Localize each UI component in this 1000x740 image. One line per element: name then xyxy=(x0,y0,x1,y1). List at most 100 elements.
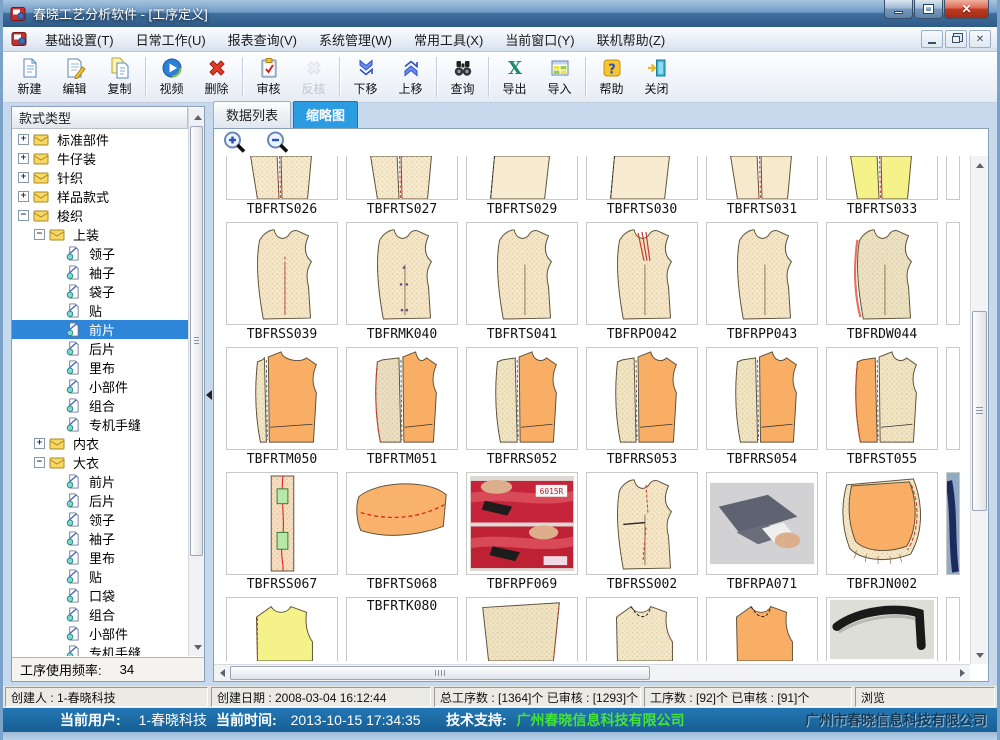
expand-icon[interactable]: + xyxy=(18,172,29,183)
unaudit-toolbar-button-unaudit-x[interactable]: 反核 xyxy=(291,54,336,100)
tree-scroll-down-icon[interactable] xyxy=(190,639,206,655)
menu-item-3[interactable]: 报表查询(V) xyxy=(217,27,308,52)
panel-splitter[interactable] xyxy=(205,106,213,682)
zoom-in-icon[interactable] xyxy=(222,130,248,156)
vertical-scrollbar[interactable] xyxy=(970,156,988,664)
tree-scroll-thumb[interactable] xyxy=(190,126,203,556)
tree-item-leaf-6[interactable]: 领子 xyxy=(12,244,188,263)
tree-scroll-up-icon[interactable] xyxy=(190,109,206,125)
menu-item-1[interactable]: 基础设置(T) xyxy=(34,27,125,52)
tree-item-folder-4[interactable]: −梭织 xyxy=(12,206,188,225)
mdi-minimize-button[interactable] xyxy=(921,30,943,48)
pattern-thumbnail[interactable]: TBFRSS002 xyxy=(586,472,698,592)
tree-item-leaf-23[interactable]: 贴 xyxy=(12,567,188,586)
pattern-thumbnail[interactable]: TBFRMK040 xyxy=(346,222,458,342)
collapse-icon[interactable]: − xyxy=(18,210,29,221)
tree-item-leaf-27[interactable]: 专机手缝 xyxy=(12,643,188,656)
pattern-thumbnail[interactable]: TBFRTS033 xyxy=(826,156,938,217)
expand-icon[interactable]: + xyxy=(18,134,29,145)
tree-item-leaf-22[interactable]: 里布 xyxy=(12,548,188,567)
pattern-thumbnail[interactable] xyxy=(826,597,938,661)
close-toolbar-button-close-door[interactable]: 关闭 xyxy=(634,54,679,100)
tree-item-leaf-15[interactable]: 专机手缝 xyxy=(12,415,188,434)
pattern-thumbnail[interactable]: TBFRTS041 xyxy=(466,222,578,342)
pattern-thumbnail[interactable]: TBFRTM050 xyxy=(226,347,338,467)
copy-toolbar-button-copy-doc[interactable]: 复制 xyxy=(97,54,142,100)
collapse-sidebar-icon[interactable] xyxy=(206,390,212,400)
tree-item-leaf-26[interactable]: 小部件 xyxy=(12,624,188,643)
vertical-scroll-thumb[interactable] xyxy=(972,311,987,511)
pattern-thumbnail[interactable]: TBFRTM051 xyxy=(346,347,458,467)
tree-item-leaf-20[interactable]: 领子 xyxy=(12,510,188,529)
tree-item-folder-3[interactable]: +样品款式 xyxy=(12,187,188,206)
tree-item-leaf-13[interactable]: 小部件 xyxy=(12,377,188,396)
tree-item-folder-5[interactable]: −上装 xyxy=(12,225,188,244)
pattern-thumbnail[interactable]: TBFRTS031 xyxy=(706,156,818,217)
pattern-thumbnail[interactable]: TBFRSS039 xyxy=(226,222,338,342)
menu-item-7[interactable]: 联机帮助(Z) xyxy=(586,27,677,52)
import-toolbar-button-import-grid[interactable]: 导入 xyxy=(537,54,582,100)
pattern-thumbnail[interactable] xyxy=(586,597,698,661)
move-toolbar-button-move-up[interactable]: 上移 xyxy=(388,54,433,100)
tab-thumbnail-view[interactable]: 缩略图 xyxy=(293,101,358,128)
tab-data-list[interactable]: 数据列表 xyxy=(213,101,291,128)
tree-item-leaf-21[interactable]: 袖子 xyxy=(12,529,188,548)
mdi-close-button[interactable]: ✕ xyxy=(969,30,991,48)
pattern-thumbnail[interactable]: TBFRRS054 xyxy=(706,347,818,467)
tree-item-leaf-25[interactable]: 组合 xyxy=(12,605,188,624)
new-toolbar-button-new-doc[interactable]: 新建 xyxy=(7,54,52,100)
pattern-thumbnail[interactable]: TBFRJN002 xyxy=(826,472,938,592)
pattern-thumbnail[interactable]: TBFRDW044 xyxy=(826,222,938,342)
pattern-thumbnail[interactable]: TBFRTS030 xyxy=(586,156,698,217)
edit-toolbar-button-edit-doc[interactable]: 编辑 xyxy=(52,54,97,100)
menu-item-2[interactable]: 日常工作(U) xyxy=(125,27,217,52)
menu-item-5[interactable]: 常用工具(X) xyxy=(403,27,494,52)
scroll-up-icon[interactable] xyxy=(972,157,988,173)
tree-item-folder-0[interactable]: +标准部件 xyxy=(12,130,188,149)
delete-toolbar-button-delete-x[interactable]: 删除 xyxy=(194,54,239,100)
tree-item-folder-1[interactable]: +牛仔装 xyxy=(12,149,188,168)
tree-item-leaf-11[interactable]: 后片 xyxy=(12,339,188,358)
close-button[interactable]: ✕ xyxy=(944,0,989,19)
tree-item-leaf-18[interactable]: 前片 xyxy=(12,472,188,491)
expand-icon[interactable]: + xyxy=(34,438,45,449)
tree-item-leaf-19[interactable]: 后片 xyxy=(12,491,188,510)
scroll-down-icon[interactable] xyxy=(972,647,988,663)
pattern-thumbnail[interactable]: TBFRRS053 xyxy=(586,347,698,467)
tree-item-folder-2[interactable]: +针织 xyxy=(12,168,188,187)
pattern-thumbnail[interactable]: TBFRPA071 xyxy=(706,472,818,592)
tree-scrollbar[interactable] xyxy=(188,108,204,656)
collapse-icon[interactable]: − xyxy=(34,457,45,468)
horizontal-scrollbar[interactable] xyxy=(214,664,970,681)
menu-item-4[interactable]: 系统管理(W) xyxy=(308,27,403,52)
pattern-thumbnail[interactable]: TBFRPP043 xyxy=(706,222,818,342)
horizontal-scroll-thumb[interactable] xyxy=(230,666,650,680)
menu-item-6[interactable]: 当前窗口(Y) xyxy=(494,27,585,52)
search-toolbar-button-search-binoculars[interactable]: 查询 xyxy=(440,54,485,100)
expand-icon[interactable]: + xyxy=(18,191,29,202)
move-toolbar-button-move-down[interactable]: 下移 xyxy=(343,54,388,100)
video-toolbar-button-video-play[interactable]: 视频 xyxy=(149,54,194,100)
pattern-thumbnail[interactable]: TBFRSS067 xyxy=(226,472,338,592)
tree-item-folder-16[interactable]: +内衣 xyxy=(12,434,188,453)
expand-icon[interactable]: + xyxy=(18,153,29,164)
pattern-thumbnail[interactable] xyxy=(706,597,818,661)
tree-item-leaf-9[interactable]: 贴 xyxy=(12,301,188,320)
export-toolbar-button-export-excel[interactable]: X导出 xyxy=(492,54,537,100)
pattern-thumbnail[interactable]: TBFRTS027 xyxy=(346,156,458,217)
scroll-right-icon[interactable] xyxy=(954,665,970,681)
tree-item-folder-17[interactable]: −大衣 xyxy=(12,453,188,472)
pattern-thumbnail[interactable] xyxy=(226,597,338,661)
pattern-thumbnail[interactable]: TBFRRS052 xyxy=(466,347,578,467)
pattern-thumbnail[interactable] xyxy=(466,597,578,661)
minimize-button[interactable] xyxy=(884,0,913,19)
audit-toolbar-button-audit-check[interactable]: 审核 xyxy=(246,54,291,100)
tree-item-leaf-12[interactable]: 里布 xyxy=(12,358,188,377)
zoom-out-icon[interactable] xyxy=(265,130,291,156)
pattern-thumbnail[interactable]: TBFRTS026 xyxy=(226,156,338,217)
tree-item-leaf-24[interactable]: 口袋 xyxy=(12,586,188,605)
collapse-icon[interactable]: − xyxy=(34,229,45,240)
pattern-thumbnail[interactable]: TBFRPO042 xyxy=(586,222,698,342)
maximize-button[interactable] xyxy=(914,0,943,19)
tree-item-leaf-8[interactable]: 袋子 xyxy=(12,282,188,301)
